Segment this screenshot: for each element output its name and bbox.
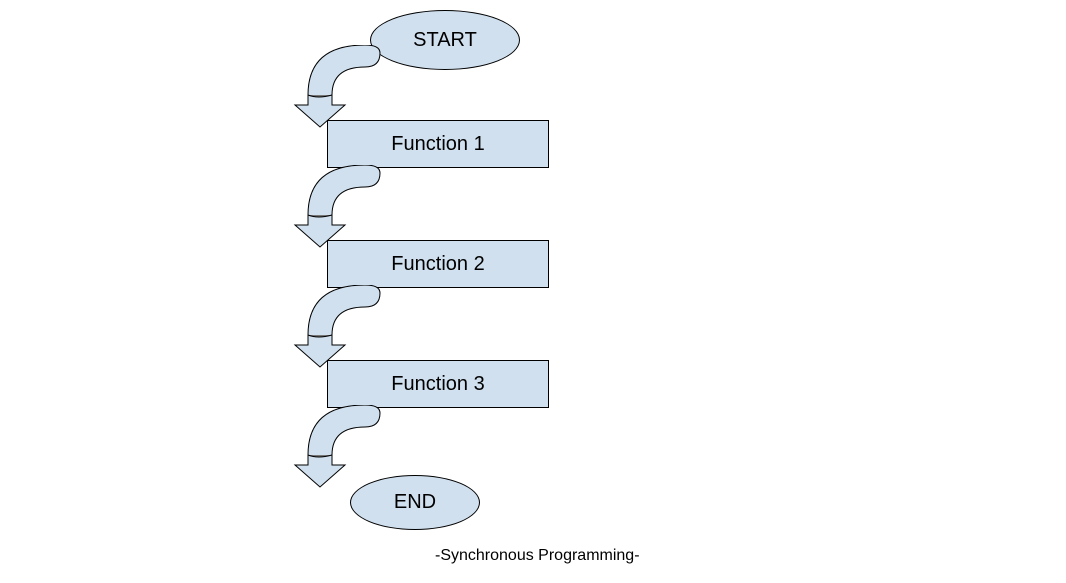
end-node: END [350, 475, 480, 530]
flowchart-diagram: START Function 1 Function 2 Function 3 E… [0, 0, 1066, 583]
end-label: END [394, 491, 436, 514]
function-1-label: Function 1 [391, 133, 484, 156]
function-1-node: Function 1 [327, 120, 549, 168]
diagram-caption: -Synchronous Programming- [435, 547, 640, 565]
function-3-label: Function 3 [391, 373, 484, 396]
function-2-node: Function 2 [327, 240, 549, 288]
start-node: START [370, 10, 520, 70]
function-2-label: Function 2 [391, 253, 484, 276]
start-label: START [413, 29, 477, 52]
function-3-node: Function 3 [327, 360, 549, 408]
